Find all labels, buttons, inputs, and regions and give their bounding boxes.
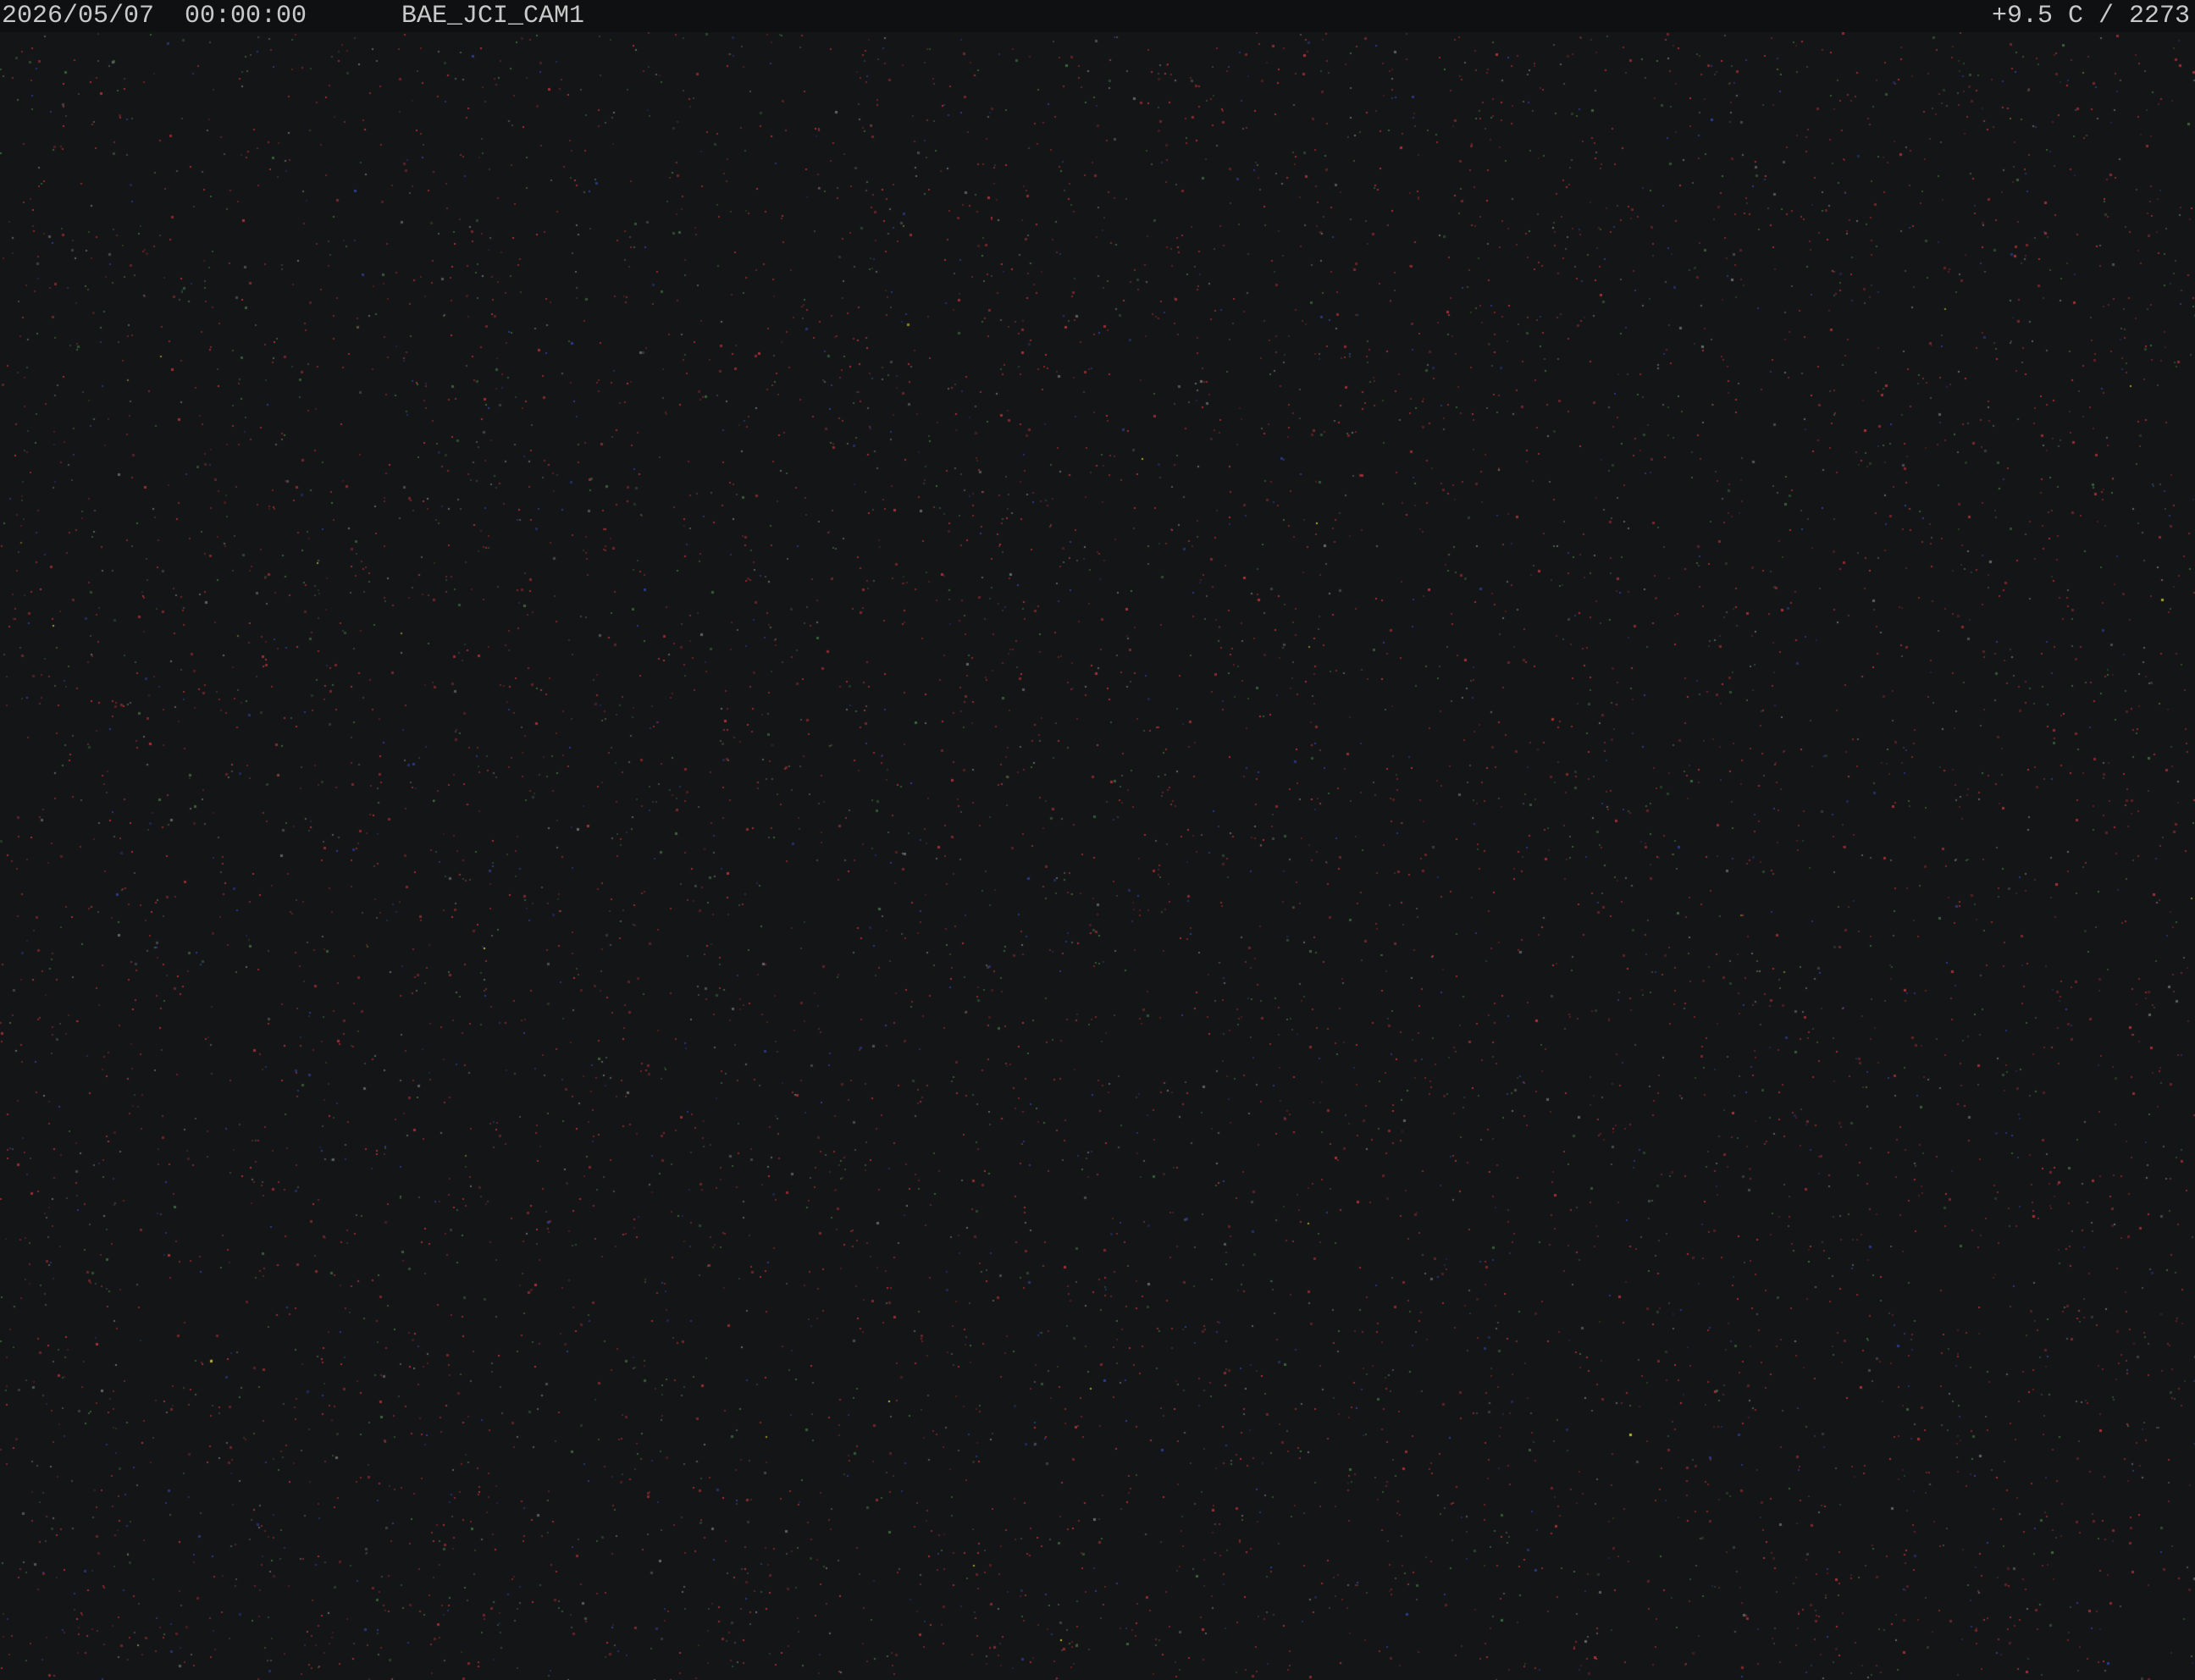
osd-overlay-bar: 2026/05/07 00:00:00 BAE_JCI_CAM1 +9.5 C … — [0, 0, 2195, 32]
night-sky-noise — [0, 0, 2195, 1680]
osd-datetime: 2026/05/07 00:00:00 — [2, 2, 307, 30]
osd-camera-name: BAE_JCI_CAM1 — [401, 2, 585, 30]
camera-frame: 2026/05/07 00:00:00 BAE_JCI_CAM1 +9.5 C … — [0, 0, 2195, 1680]
osd-sensor-readout: +9.5 C / 2273 — [1991, 2, 2190, 30]
